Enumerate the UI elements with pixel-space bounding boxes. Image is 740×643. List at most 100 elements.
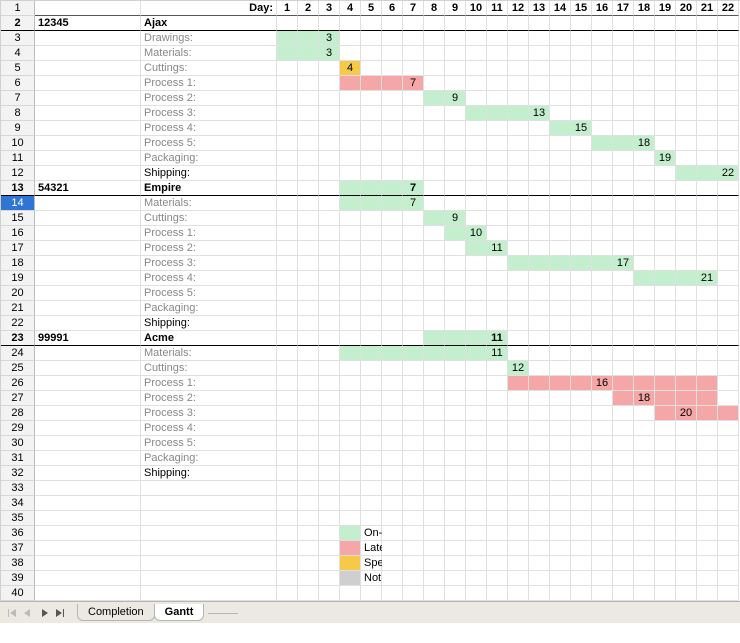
day-col-18: 18 [634,1,655,16]
gantt-bar-end-value: 22 [718,166,739,181]
row-header[interactable]: 25 [1,361,35,376]
gantt-bar-end-value: 3 [319,46,340,61]
tab-nav-first-icon[interactable] [4,605,20,621]
day-col-3: 3 [319,1,340,16]
day-label: Day: [141,1,277,16]
row-header[interactable]: 17 [1,241,35,256]
gantt-grid[interactable]: 1Day:12345678910111213141516171819202122… [0,0,740,601]
day-col-14: 14 [550,1,571,16]
gantt-bar-cell [613,376,634,391]
gantt-bar-cell [361,346,382,361]
row-header[interactable]: 8 [1,106,35,121]
row-header[interactable]: 5 [1,61,35,76]
task-label: Process 2: [141,391,277,406]
gantt-bar-cell [676,391,697,406]
row-header[interactable]: 11 [1,151,35,166]
row-header[interactable]: 4 [1,46,35,61]
row-header[interactable]: 35 [1,511,35,526]
job-id: 12345 [35,16,141,31]
task-label: Process 2: [141,91,277,106]
task-label: Process 1: [141,376,277,391]
row-header[interactable]: 1 [1,1,35,16]
row-header[interactable]: 36 [1,526,35,541]
row-header[interactable]: 2 [1,16,35,31]
task-label: Drawings: [141,31,277,46]
row-header[interactable]: 3 [1,31,35,46]
gantt-bar-cell [382,346,403,361]
row-header[interactable]: 6 [1,76,35,91]
task-label: Shipping: [141,166,277,181]
legend-swatch-on_time [340,526,361,541]
task-label: Cuttings: [141,211,277,226]
tab-completion[interactable]: Completion [77,604,155,621]
row-header[interactable]: 34 [1,496,35,511]
row-header[interactable]: 30 [1,436,35,451]
row-header[interactable]: 24 [1,346,35,361]
row-header[interactable]: 38 [1,556,35,571]
row-header[interactable]: 20 [1,286,35,301]
task-label: Process 2: [141,241,277,256]
gantt-bar-cell [445,331,466,346]
gantt-bar-end-value: 9 [445,91,466,106]
gantt-bar-end-value: 12 [508,361,529,376]
tab-gantt[interactable]: Gantt [154,604,205,621]
task-label: Packaging: [141,151,277,166]
gantt-bar-cell [697,406,718,421]
tab-nav-next-icon[interactable] [36,605,52,621]
gantt-bar-end-value: 7 [403,196,424,211]
task-label: Process 4: [141,421,277,436]
gantt-bar-cell [529,256,550,271]
tab-nav-prev-icon[interactable] [20,605,36,621]
row-header[interactable]: 12 [1,166,35,181]
gantt-bar-cell [697,376,718,391]
tab-nav-last-icon[interactable] [52,605,68,621]
gantt-bar-cell [655,391,676,406]
row-header[interactable]: 14 [1,196,35,211]
row-header[interactable]: 28 [1,406,35,421]
gantt-bar-cell [550,256,571,271]
gantt-bar-cell [340,76,361,91]
row-header[interactable]: 10 [1,136,35,151]
row-header[interactable]: 33 [1,481,35,496]
day-col-10: 10 [466,1,487,16]
row-header[interactable]: 22 [1,316,35,331]
gantt-bar-end-value: 10 [466,226,487,241]
row-header[interactable]: 27 [1,391,35,406]
row-header[interactable]: 18 [1,256,35,271]
gantt-bar-cell [382,76,403,91]
gantt-bar-cell [676,376,697,391]
row-header[interactable]: 31 [1,451,35,466]
row-header[interactable]: 29 [1,421,35,436]
row-header[interactable]: 40 [1,586,35,601]
day-col-6: 6 [382,1,403,16]
day-col-22: 22 [718,1,739,16]
row-header[interactable]: 13 [1,181,35,196]
job-name: Empire [141,181,277,196]
row-header[interactable]: 37 [1,541,35,556]
row-header[interactable]: 23 [1,331,35,346]
row-header[interactable]: 39 [1,571,35,586]
task-label: Packaging: [141,451,277,466]
day-col-11: 11 [487,1,508,16]
row-header[interactable]: 16 [1,226,35,241]
gantt-bar-cell [697,391,718,406]
day-col-16: 16 [592,1,613,16]
row-header[interactable]: 32 [1,466,35,481]
gantt-bar-cell [550,376,571,391]
row-header[interactable]: 26 [1,376,35,391]
row-header[interactable]: 9 [1,121,35,136]
gantt-bar-cell [424,331,445,346]
row-header[interactable]: 15 [1,211,35,226]
day-col-19: 19 [655,1,676,16]
gantt-bar-cell [445,226,466,241]
gantt-bar-cell [361,181,382,196]
task-label: Process 5: [141,436,277,451]
row-header[interactable]: 19 [1,271,35,286]
row-header[interactable]: 7 [1,91,35,106]
gantt-bar-cell [424,91,445,106]
gantt-bar-cell [697,166,718,181]
row-header[interactable]: 21 [1,301,35,316]
day-col-7: 7 [403,1,424,16]
task-label: Process 5: [141,136,277,151]
gantt-bar-cell [361,196,382,211]
